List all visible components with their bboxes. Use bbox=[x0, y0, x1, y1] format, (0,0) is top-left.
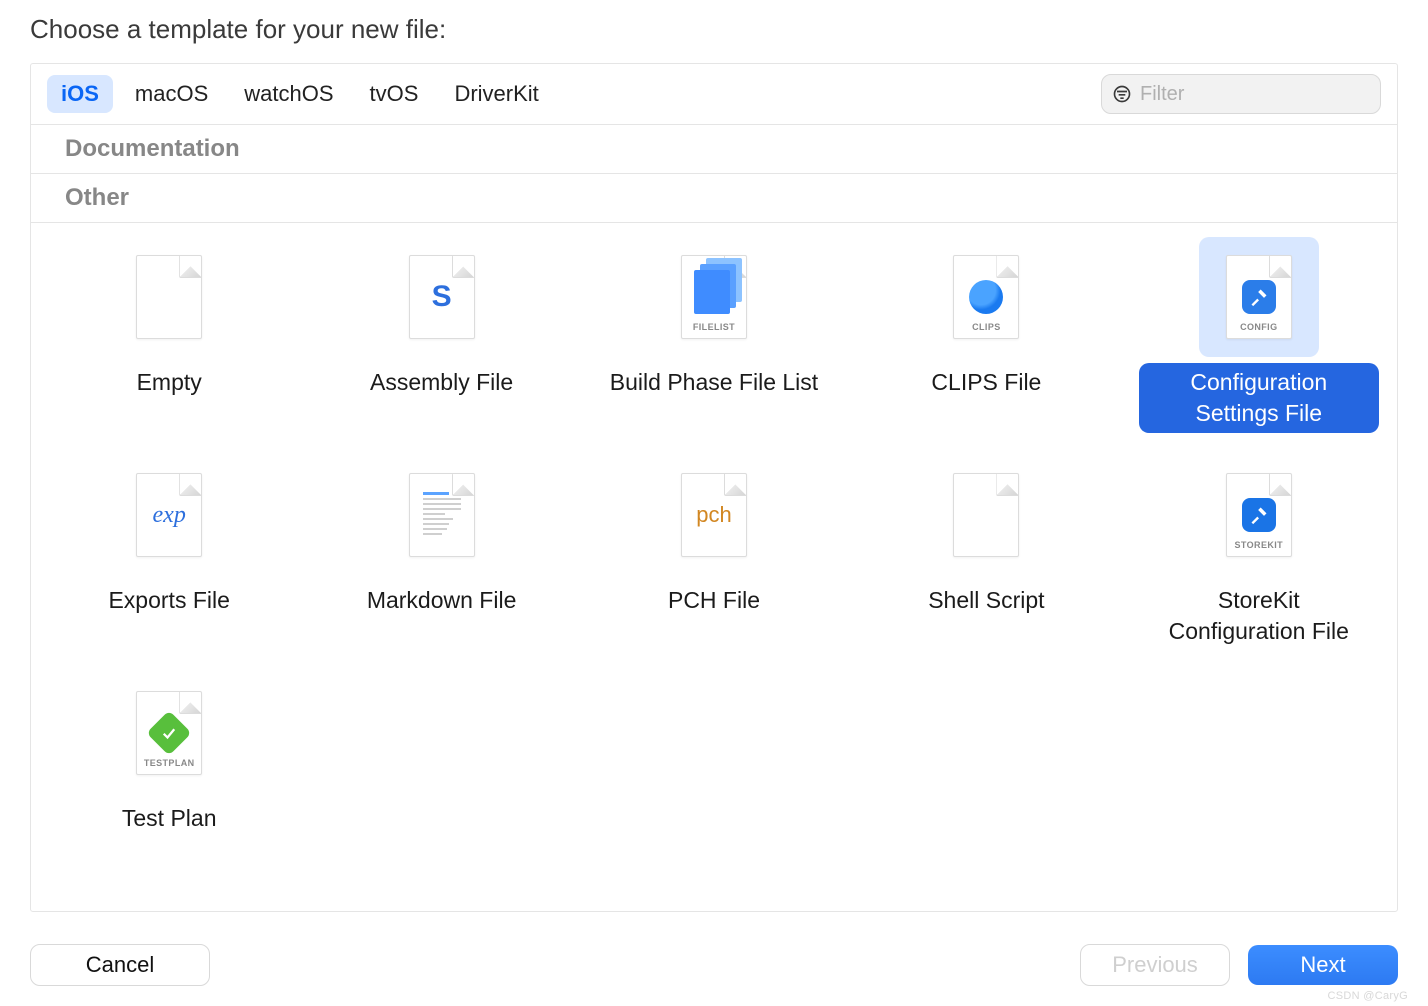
template-item-assembly[interactable]: S Assembly File bbox=[309, 233, 573, 433]
filter-input[interactable] bbox=[1140, 83, 1370, 106]
dialog-title: Choose a template for your new file: bbox=[30, 14, 1398, 45]
exports-icon: exp bbox=[136, 473, 202, 557]
badge-text: CONFIG bbox=[1227, 322, 1291, 332]
filter-box[interactable] bbox=[1101, 74, 1381, 114]
pch-mark-icon: pch bbox=[696, 502, 731, 528]
template-item-config[interactable]: CONFIG Configuration Settings File bbox=[1127, 233, 1391, 433]
markdown-icon bbox=[409, 473, 475, 557]
clips-icon: CLIPS bbox=[953, 255, 1019, 339]
dialog-footer: Cancel Previous Next bbox=[30, 912, 1398, 986]
template-item-exports[interactable]: exp Exports File bbox=[37, 451, 301, 651]
template-label: Assembly File bbox=[358, 363, 525, 402]
section-header-other: Other bbox=[31, 174, 1397, 223]
storekit-icon: STOREKIT bbox=[1226, 473, 1292, 557]
markdown-lines-icon bbox=[423, 492, 461, 538]
template-label: Build Phase File List bbox=[598, 363, 830, 402]
hammer-icon bbox=[1242, 498, 1276, 532]
template-item-storekit[interactable]: STOREKIT StoreKit Configuration File bbox=[1127, 451, 1391, 651]
badge-text: STOREKIT bbox=[1227, 540, 1291, 550]
template-item-pch[interactable]: pch PCH File bbox=[582, 451, 846, 651]
badge-text: FILELIST bbox=[682, 322, 746, 332]
badge-text: TESTPLAN bbox=[137, 758, 201, 768]
template-label: PCH File bbox=[656, 581, 772, 620]
platform-tabbar: iOS macOS watchOS tvOS DriverKit bbox=[31, 64, 1397, 125]
template-label: Markdown File bbox=[355, 581, 529, 620]
testplan-icon: TESTPLAN bbox=[136, 691, 202, 775]
badge-text: CLIPS bbox=[954, 322, 1018, 332]
template-grid: Empty S Assembly File FILELIST Build Pha… bbox=[37, 233, 1391, 838]
hammer-icon bbox=[1242, 280, 1276, 314]
template-item-markdown[interactable]: Markdown File bbox=[309, 451, 573, 651]
previous-button: Previous bbox=[1080, 944, 1230, 986]
tab-tvos[interactable]: tvOS bbox=[356, 75, 433, 113]
shell-icon bbox=[953, 473, 1019, 557]
tab-watchos[interactable]: watchOS bbox=[230, 75, 347, 113]
new-file-template-dialog: Choose a template for your new file: iOS… bbox=[0, 0, 1428, 1006]
template-panel: iOS macOS watchOS tvOS DriverKit Documen… bbox=[30, 63, 1398, 912]
config-icon: CONFIG bbox=[1226, 255, 1292, 339]
template-label: StoreKit Configuration File bbox=[1139, 581, 1379, 651]
sphere-icon bbox=[969, 280, 1003, 314]
template-label: Configuration Settings File bbox=[1139, 363, 1379, 433]
watermark: CSDN @CaryG bbox=[1328, 990, 1408, 1002]
template-item-empty[interactable]: Empty bbox=[37, 233, 301, 433]
filter-icon bbox=[1112, 83, 1132, 105]
check-icon bbox=[147, 711, 192, 756]
template-grid-area: Empty S Assembly File FILELIST Build Pha… bbox=[31, 223, 1397, 911]
template-label: Empty bbox=[125, 363, 214, 402]
exp-mark-icon: exp bbox=[153, 502, 186, 529]
template-item-clips[interactable]: CLIPS CLIPS File bbox=[854, 233, 1118, 433]
file-icon bbox=[136, 255, 202, 339]
tab-macos[interactable]: macOS bbox=[121, 75, 222, 113]
tab-ios[interactable]: iOS bbox=[47, 75, 113, 113]
file-icon: S bbox=[409, 255, 475, 339]
section-header-documentation: Documentation bbox=[31, 125, 1397, 174]
template-item-filelist[interactable]: FILELIST Build Phase File List bbox=[582, 233, 846, 433]
cancel-button[interactable]: Cancel bbox=[30, 944, 210, 986]
template-item-testplan[interactable]: TESTPLAN Test Plan bbox=[37, 669, 301, 838]
next-button[interactable]: Next bbox=[1248, 945, 1398, 985]
pch-icon: pch bbox=[681, 473, 747, 557]
template-label: Exports File bbox=[96, 581, 241, 620]
template-label: CLIPS File bbox=[919, 363, 1053, 402]
filelist-icon: FILELIST bbox=[681, 255, 747, 339]
assembly-mark-icon: S bbox=[432, 282, 452, 312]
template-label: Shell Script bbox=[916, 581, 1056, 620]
template-item-shell[interactable]: Shell Script bbox=[854, 451, 1118, 651]
template-label: Test Plan bbox=[110, 799, 229, 838]
tab-driverkit[interactable]: DriverKit bbox=[440, 75, 552, 113]
